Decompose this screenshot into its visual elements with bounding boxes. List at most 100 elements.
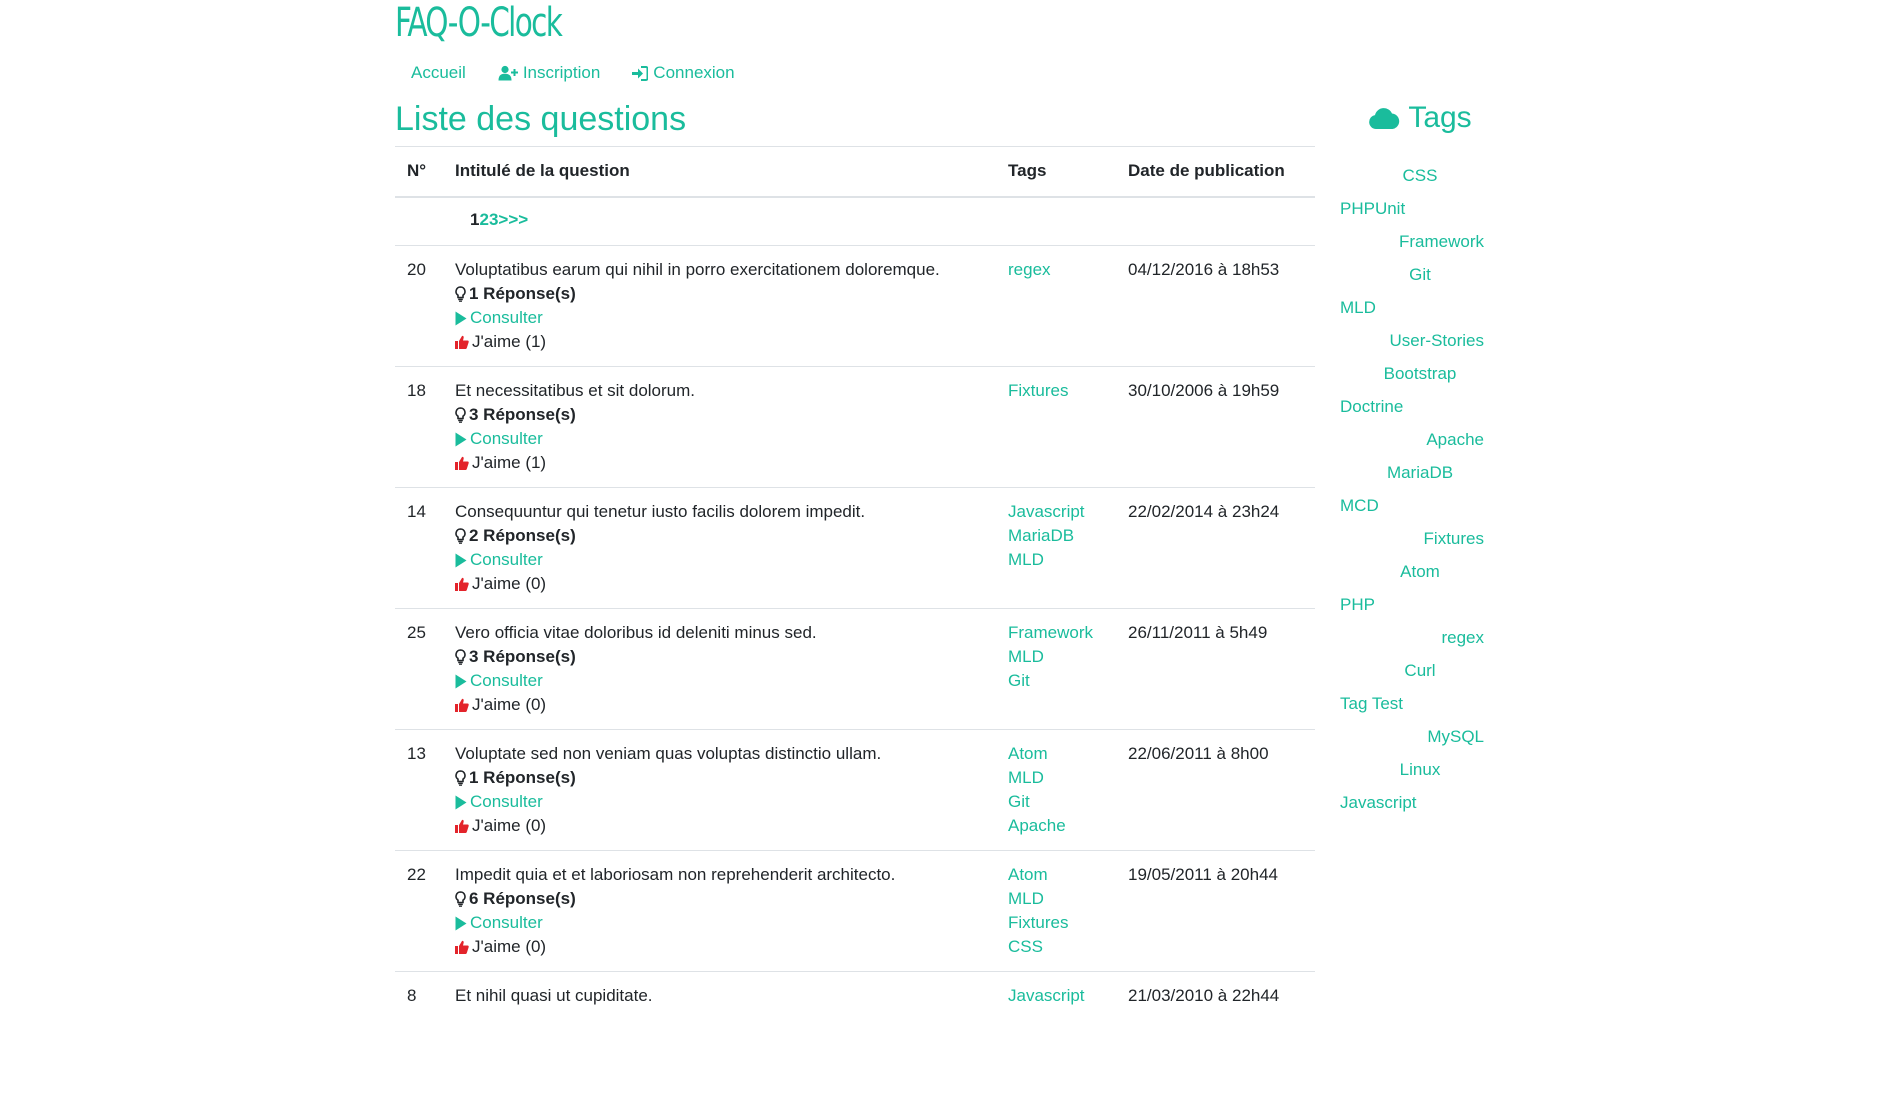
sidebar-tag-link[interactable]: MCD: [1340, 496, 1379, 516]
like-label: J'aime (0): [472, 937, 547, 956]
like-button[interactable]: J'aime (0): [455, 693, 984, 717]
question-tag-link[interactable]: Atom: [1008, 742, 1104, 766]
question-title: Impedit quia et et laboriosam non repreh…: [455, 865, 896, 884]
nav-signup-link[interactable]: Inscription: [482, 63, 616, 83]
lightbulb-icon: [455, 407, 466, 423]
question-number: 18: [395, 366, 443, 488]
questions-table: N° Intitulé de la question Tags Date de …: [395, 146, 1315, 1093]
answer-count-label: 6 Réponse(s): [469, 889, 576, 908]
consult-label: Consulter: [470, 550, 543, 569]
question-title: Voluptatibus earum qui nihil in porro ex…: [455, 260, 940, 279]
question-number: 13: [395, 729, 443, 851]
question-tag-link[interactable]: CSS: [1008, 935, 1104, 959]
question-row: 8 Et nihil quasi ut cupiditate. Javascri…: [395, 971, 1315, 1093]
question-tags: regex: [996, 245, 1116, 367]
question-title: Vero officia vitae doloribus id deleniti…: [455, 623, 817, 642]
pager-row: 123>>>: [395, 196, 1315, 246]
question-tag-link[interactable]: Apache: [1008, 814, 1104, 838]
question-tags: Javascript MariaDB MLD: [996, 487, 1116, 609]
like-button[interactable]: J'aime (0): [455, 935, 984, 959]
question-number: 8: [395, 971, 443, 1093]
sidebar-tag-link[interactable]: Curl: [1404, 661, 1435, 681]
sidebar-tag-link[interactable]: Javascript: [1340, 793, 1417, 813]
question-cell: Vero officia vitae doloribus id deleniti…: [443, 608, 996, 730]
question-cell: Et nihil quasi ut cupiditate.: [443, 971, 996, 1093]
answer-count-label: 2 Réponse(s): [469, 526, 576, 545]
like-button[interactable]: J'aime (1): [455, 451, 984, 475]
sidebar-tag-link[interactable]: PHPUnit: [1340, 199, 1405, 219]
question-tag-link[interactable]: Javascript: [1008, 500, 1104, 524]
page-title: Liste des questions: [395, 100, 687, 138]
question-date: 22/02/2014 à 23h24: [1116, 487, 1315, 609]
question-date: 21/03/2010 à 22h44: [1116, 971, 1315, 1093]
question-date: 22/06/2011 à 8h00: [1116, 729, 1315, 851]
sidebar-tag-link[interactable]: Git: [1409, 265, 1431, 285]
nav-home-link[interactable]: Accueil: [395, 63, 482, 83]
like-button[interactable]: J'aime (0): [455, 572, 984, 596]
sidebar-tag-link[interactable]: User-Stories: [1390, 331, 1484, 351]
answer-count: 1 Réponse(s): [455, 282, 984, 306]
consult-link[interactable]: Consulter: [455, 306, 984, 330]
sidebar-tag-link[interactable]: Tag Test: [1340, 694, 1403, 714]
sign-in-icon: [632, 65, 649, 81]
question-tag-link[interactable]: Framework: [1008, 621, 1104, 645]
question-tag-link[interactable]: Fixtures: [1008, 911, 1104, 935]
sidebar-tag-link[interactable]: Doctrine: [1340, 397, 1403, 417]
question-tag-link[interactable]: MLD: [1008, 645, 1104, 669]
tags-heading: Tags: [1340, 98, 1500, 138]
sidebar-tag-link[interactable]: Fixtures: [1424, 529, 1484, 549]
sidebar-tag-link[interactable]: MLD: [1340, 298, 1376, 318]
question-row: 13 Voluptate sed non veniam quas volupta…: [395, 729, 1315, 851]
question-tags: Framework MLD Git: [996, 608, 1116, 730]
question-title: Consequuntur qui tenetur iusto facilis d…: [455, 502, 866, 521]
question-tag-link[interactable]: MLD: [1008, 766, 1104, 790]
question-tag-link[interactable]: MLD: [1008, 548, 1104, 572]
question-tag-link[interactable]: regex: [1008, 258, 1104, 282]
like-button[interactable]: J'aime (0): [455, 814, 984, 838]
consult-link[interactable]: Consulter: [455, 427, 984, 451]
play-icon: [455, 674, 467, 688]
question-tag-link[interactable]: Atom: [1008, 863, 1104, 887]
question-tag-link[interactable]: Git: [1008, 669, 1104, 693]
main-nav: Accueil Inscription Connexion: [395, 60, 751, 86]
sidebar-tag-link[interactable]: CSS: [1403, 166, 1438, 186]
answer-count: 3 Réponse(s): [455, 645, 984, 669]
question-date: 30/10/2006 à 19h59: [1116, 366, 1315, 488]
question-tag-link[interactable]: Fixtures: [1008, 379, 1104, 403]
sidebar-tag-link[interactable]: Atom: [1400, 562, 1440, 582]
sidebar-tag-link[interactable]: Apache: [1426, 430, 1484, 450]
like-button[interactable]: J'aime (1): [455, 330, 984, 354]
sidebar-tag-link[interactable]: regex: [1441, 628, 1484, 648]
header-tags: Tags: [996, 146, 1116, 198]
pager-next[interactable]: >>>: [498, 210, 528, 229]
pager-page-3[interactable]: 3: [489, 210, 498, 229]
sidebar-tag-link[interactable]: Framework: [1399, 232, 1484, 252]
sidebar-tag-link[interactable]: PHP: [1340, 595, 1375, 615]
consult-link[interactable]: Consulter: [455, 669, 984, 693]
consult-link[interactable]: Consulter: [455, 911, 984, 935]
thumbs-up-icon: [455, 940, 469, 954]
page-container: FAQ-O-Clock Accueil Inscription Connexio…: [395, 0, 1515, 1093]
question-tag-link[interactable]: Javascript: [1008, 984, 1104, 1008]
play-icon: [455, 916, 467, 930]
nav-login-label: Connexion: [653, 63, 735, 82]
consult-link[interactable]: Consulter: [455, 790, 984, 814]
sidebar-tag-link[interactable]: Linux: [1400, 760, 1441, 780]
question-number: 22: [395, 850, 443, 972]
pager-page-2[interactable]: 2: [479, 210, 488, 229]
lightbulb-icon: [455, 528, 466, 544]
question-tag-link[interactable]: MariaDB: [1008, 524, 1104, 548]
question-tag-link[interactable]: MLD: [1008, 887, 1104, 911]
question-cell: Consequuntur qui tenetur iusto facilis d…: [443, 487, 996, 609]
play-icon: [455, 553, 467, 567]
nav-login-link[interactable]: Connexion: [616, 63, 750, 83]
sidebar-tag-link[interactable]: MySQL: [1427, 727, 1484, 747]
thumbs-up-icon: [455, 819, 469, 833]
sidebar-tag-link[interactable]: MariaDB: [1387, 463, 1453, 483]
thumbs-up-icon: [455, 456, 469, 470]
sidebar-tag-link[interactable]: Bootstrap: [1384, 364, 1457, 384]
answer-count: 3 Réponse(s): [455, 403, 984, 427]
question-tag-link[interactable]: Git: [1008, 790, 1104, 814]
consult-link[interactable]: Consulter: [455, 548, 984, 572]
site-brand[interactable]: FAQ-O-Clock: [395, 0, 563, 46]
